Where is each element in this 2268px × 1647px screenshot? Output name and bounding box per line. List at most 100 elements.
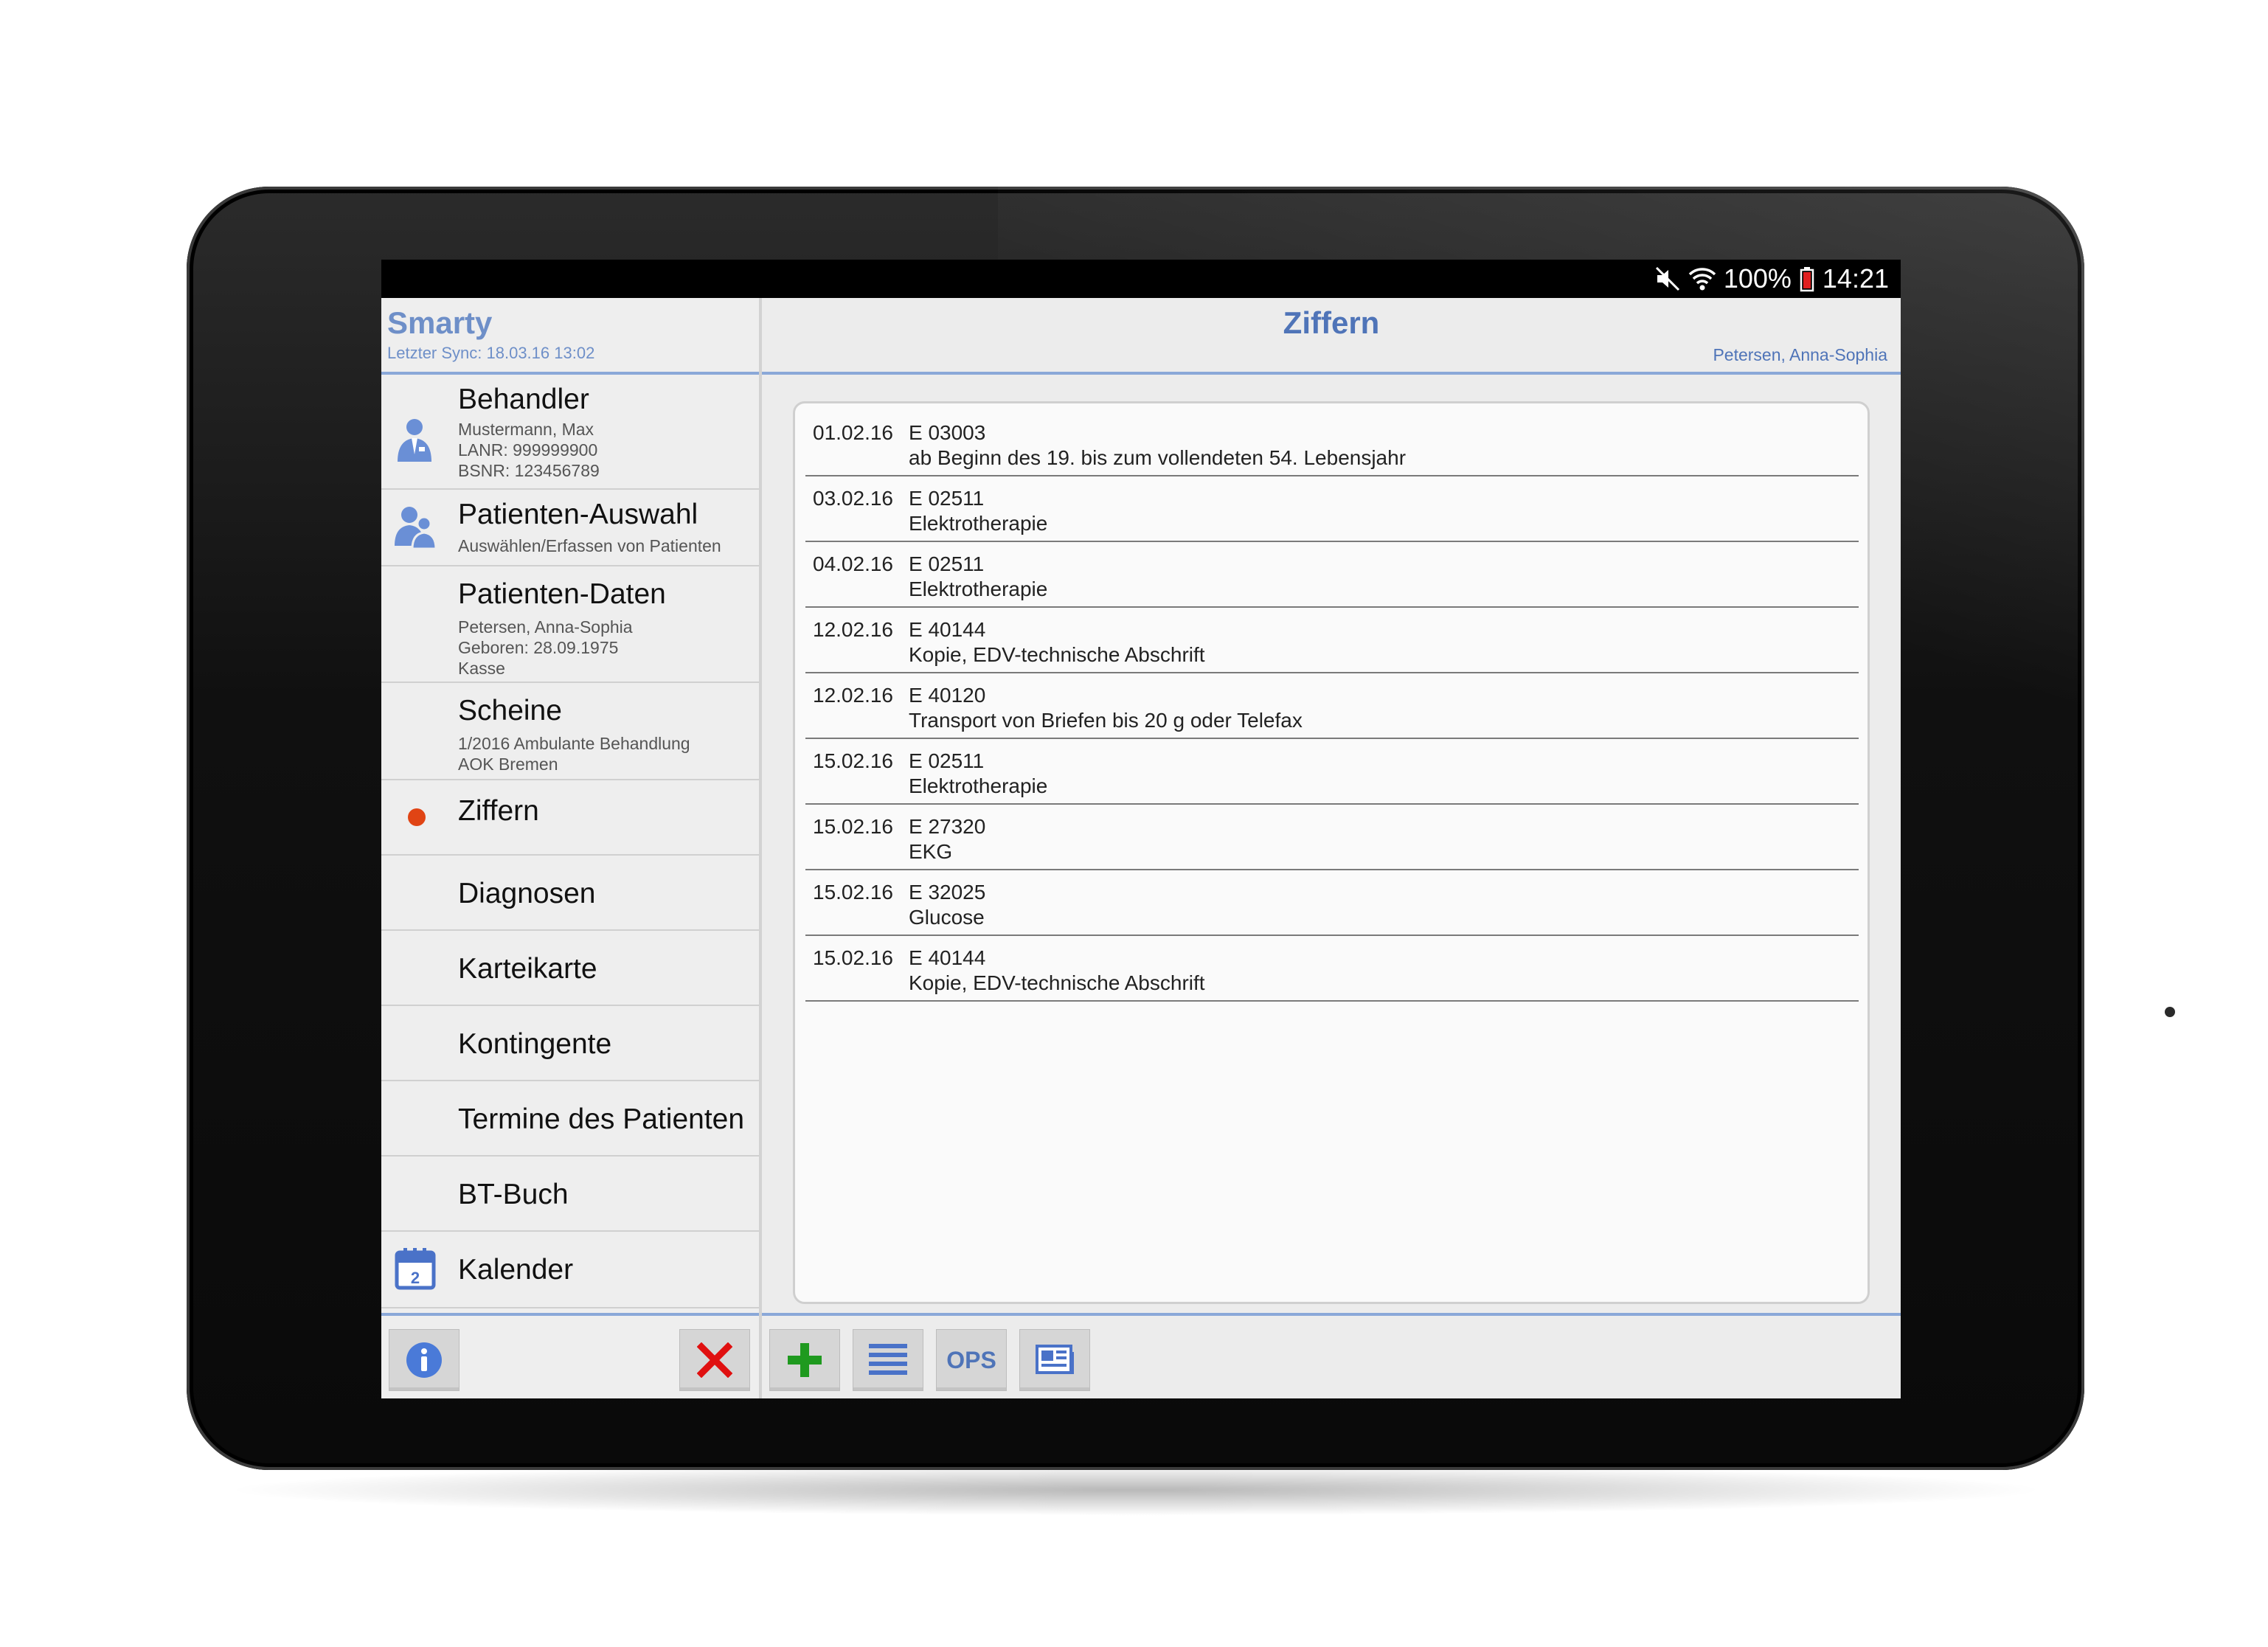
entry-code: E 40144 xyxy=(909,618,986,641)
nav-sub: LANR: 999999900 xyxy=(458,440,598,460)
main-toolbar: OPS xyxy=(762,1313,1901,1398)
entry-desc: Transport von Briefen bis 20 g oder Tele… xyxy=(909,709,1303,732)
list-item[interactable]: 12.02.16 E 40120 Transport von Briefen b… xyxy=(805,673,1859,739)
nav-item-ziffern[interactable]: Ziffern xyxy=(381,780,759,856)
entry-desc: Glucose xyxy=(909,906,985,929)
entry-desc: Elektrotherapie xyxy=(909,578,1048,600)
list-item[interactable]: 12.02.16 E 40144 Kopie, EDV-technische A… xyxy=(805,608,1859,673)
nav-sub: Kasse xyxy=(458,659,505,678)
clock: 14:21 xyxy=(1822,263,1889,294)
nav-sub: Mustermann, Max xyxy=(458,420,594,439)
ziffern-list: 01.02.16 E 03003 ab Beginn des 19. bis z… xyxy=(805,411,1859,1002)
entry-desc: Elektrotherapie xyxy=(909,512,1048,535)
nav-label: Karteikarte xyxy=(458,953,597,985)
wifi-icon xyxy=(1688,266,1716,292)
nav-label: BT-Buch xyxy=(458,1179,569,1210)
sidebar: Smarty Letzter Sync: 18.03.16 13:02 Beha… xyxy=(381,298,759,1398)
entry-desc: Elektrotherapie xyxy=(909,774,1048,797)
list-item[interactable]: 15.02.16 E 27320 EKG xyxy=(805,805,1859,870)
nav-sub: AOK Bremen xyxy=(458,755,558,774)
sensor xyxy=(2165,1007,2175,1017)
nav-sub: Petersen, Anna-Sophia xyxy=(458,617,633,637)
ziffern-list-card: 01.02.16 E 03003 ab Beginn des 19. bis z… xyxy=(793,401,1870,1304)
nav-item-kalender[interactable]: 2 Kalender xyxy=(381,1232,759,1308)
mute-icon xyxy=(1654,266,1681,292)
document-button[interactable] xyxy=(1019,1329,1090,1391)
entry-date: 15.02.16 xyxy=(813,946,893,969)
entry-code: E 40144 xyxy=(909,946,986,969)
entry-desc: EKG xyxy=(909,840,953,863)
list-item[interactable]: 03.02.16 E 02511 Elektrotherapie xyxy=(805,476,1859,542)
nav-item-bt-buch[interactable]: BT-Buch xyxy=(381,1157,759,1232)
battery-percent: 100% xyxy=(1723,263,1792,294)
nav-sub: Geboren: 28.09.1975 xyxy=(458,638,619,657)
nav-label: Diagnosen xyxy=(458,878,596,909)
nav-label: Termine des Patienten xyxy=(458,1103,745,1135)
entry-date: 01.02.16 xyxy=(813,421,893,444)
nav-sub: 1/2016 Ambulante Behandlung xyxy=(458,734,690,753)
entry-desc: ab Beginn des 19. bis zum vollendeten 54… xyxy=(909,446,1407,469)
nav-item-scheine[interactable]: Scheine 1/2016 Ambulante Behandlung AOK … xyxy=(381,683,759,780)
page-title: Ziffern xyxy=(1283,305,1380,340)
entry-date: 12.02.16 xyxy=(813,618,893,641)
list-item[interactable]: 15.02.16 E 40144 Kopie, EDV-technische A… xyxy=(805,936,1859,1002)
entry-code: E 03003 xyxy=(909,421,986,444)
entry-code: E 02511 xyxy=(909,552,985,575)
patients-icon xyxy=(395,504,437,550)
nav-item-termine[interactable]: Termine des Patienten xyxy=(381,1081,759,1157)
status-bar: 100% 14:21 xyxy=(381,260,1901,298)
entry-date: 15.02.16 xyxy=(813,815,893,838)
list-icon xyxy=(869,1344,907,1375)
entry-code: E 27320 xyxy=(909,815,986,838)
entry-code: E 40120 xyxy=(909,684,986,707)
sync-status: Letzter Sync: 18.03.16 13:02 xyxy=(387,344,595,362)
sidebar-header: Smarty Letzter Sync: 18.03.16 13:02 xyxy=(381,298,759,375)
entry-code: E 02511 xyxy=(909,487,985,510)
svg-text:2: 2 xyxy=(411,1269,420,1287)
ops-label: OPS xyxy=(946,1346,996,1373)
nav-item-patienten-auswahl[interactable]: Patienten-Auswahl Auswählen/Erfassen von… xyxy=(381,490,759,566)
entry-code: E 02511 xyxy=(909,749,985,772)
nav-sub: Auswählen/Erfassen von Patienten xyxy=(458,536,721,555)
main-pane: Ziffern Petersen, Anna-Sophia 01.02.16 E… xyxy=(762,298,1901,1398)
active-indicator xyxy=(408,808,426,826)
nav-item-kontingente[interactable]: Kontingente xyxy=(381,1006,759,1081)
entry-date: 04.02.16 xyxy=(813,552,893,575)
battery-icon xyxy=(1799,266,1815,292)
entry-code: E 32025 xyxy=(909,881,986,904)
list-item[interactable]: 15.02.16 E 02511 Elektrotherapie xyxy=(805,739,1859,805)
doctor-icon xyxy=(395,417,434,462)
nav-label: Behandler xyxy=(458,384,589,415)
nav-item-diagnosen[interactable]: Diagnosen xyxy=(381,856,759,931)
nav-label: Patienten-Daten xyxy=(458,578,666,610)
list-item[interactable]: 01.02.16 E 03003 ab Beginn des 19. bis z… xyxy=(805,411,1859,476)
entry-desc: Kopie, EDV-technische Abschrift xyxy=(909,971,1205,994)
entry-date: 15.02.16 xyxy=(813,749,893,772)
list-item[interactable]: 15.02.16 E 32025 Glucose xyxy=(805,870,1859,936)
current-patient: Petersen, Anna-Sophia xyxy=(1713,345,1887,364)
info-icon xyxy=(406,1342,442,1378)
screen: 100% 14:21 Smarty Letzter Sync: 18.03.16… xyxy=(381,260,1901,1398)
calendar-icon: 2 xyxy=(395,1246,436,1290)
nav-label: Kontingente xyxy=(458,1028,612,1060)
close-icon xyxy=(697,1342,732,1378)
delete-button[interactable] xyxy=(679,1329,750,1391)
nav-item-behandler[interactable]: Behandler Mustermann, Max LANR: 99999990… xyxy=(381,375,759,490)
info-button[interactable] xyxy=(389,1329,460,1391)
device-shadow xyxy=(221,1464,2050,1516)
ops-button[interactable]: OPS xyxy=(936,1329,1007,1391)
add-button[interactable] xyxy=(769,1329,840,1391)
nav-item-patienten-daten[interactable]: Patienten-Daten Petersen, Anna-Sophia Ge… xyxy=(381,566,759,683)
plus-icon xyxy=(788,1343,822,1377)
nav-label: Scheine xyxy=(458,695,562,727)
app-title: Smarty xyxy=(387,305,493,340)
list-item[interactable]: 04.02.16 E 02511 Elektrotherapie xyxy=(805,542,1859,608)
nav-item-karteikarte[interactable]: Karteikarte xyxy=(381,931,759,1006)
entry-date: 15.02.16 xyxy=(813,881,893,904)
list-button[interactable] xyxy=(853,1329,923,1391)
entry-desc: Kopie, EDV-technische Abschrift xyxy=(909,643,1205,666)
nav-sub: BSNR: 123456789 xyxy=(458,461,600,480)
nav-label: Kalender xyxy=(458,1254,574,1286)
nav-list: Behandler Mustermann, Max LANR: 99999990… xyxy=(381,375,759,1308)
nav-label: Ziffern xyxy=(458,795,539,827)
